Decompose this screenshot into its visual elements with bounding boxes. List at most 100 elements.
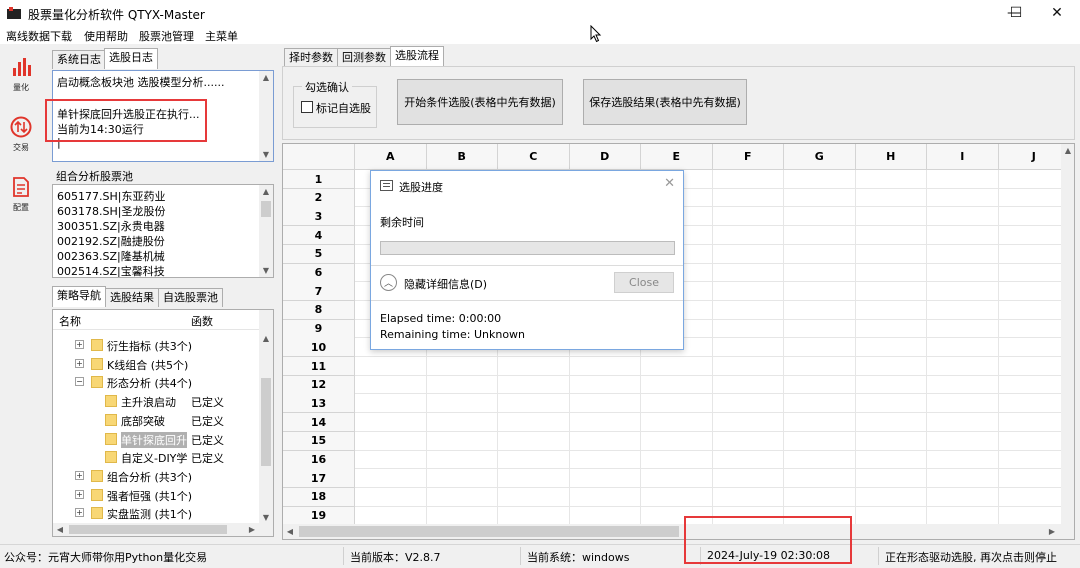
column-header[interactable]: A xyxy=(355,144,427,170)
row-header[interactable]: 11 xyxy=(283,357,355,376)
scroll-down-icon[interactable]: ▼ xyxy=(259,148,273,161)
scroll-left-icon[interactable]: ◀ xyxy=(283,525,297,538)
row-header[interactable]: 1 xyxy=(283,170,355,189)
grid-hscrollbar[interactable]: ◀ ▶ xyxy=(283,524,1074,539)
row-header[interactable]: 2 xyxy=(283,188,355,208)
tree-row[interactable]: + 衍生指标 (共3个) xyxy=(53,336,259,354)
stock-item[interactable]: 002514.SZ|宝馨科技 xyxy=(57,263,165,277)
stock-item[interactable]: 605177.SH|东亚药业 xyxy=(57,188,165,204)
stock-item[interactable]: 300351.SZ|永贵电器 xyxy=(57,218,165,234)
tree-row[interactable]: + 强者恒强 (共1个) xyxy=(53,486,259,504)
scroll-up-icon[interactable]: ▲ xyxy=(1061,144,1074,157)
stock-list-scrollbar[interactable]: ▲ ▼ xyxy=(259,185,273,277)
tab-backtest-params[interactable]: 回测参数 xyxy=(337,48,391,67)
tab-selection-log[interactable]: 选股日志 xyxy=(104,48,158,69)
start-selection-button[interactable]: 开始条件选股(表格中先有数据) xyxy=(397,79,563,125)
tree-row[interactable]: 单针探底回升 已定义 xyxy=(53,430,259,448)
column-header[interactable]: F xyxy=(712,144,784,170)
row-header[interactable]: 13 xyxy=(283,394,355,414)
tool-trade[interactable]: 交易 xyxy=(4,110,38,160)
row-header[interactable]: 6 xyxy=(283,263,355,283)
row-header[interactable]: 9 xyxy=(283,319,355,339)
row-header[interactable]: 10 xyxy=(283,338,355,358)
scroll-thumb[interactable] xyxy=(261,378,271,466)
tree-row[interactable]: 自定义-DIY学 已定义 xyxy=(53,448,259,466)
menu-help[interactable]: 使用帮助 xyxy=(84,28,128,44)
tree-row[interactable]: 底部突破 已定义 xyxy=(53,411,259,429)
close-dialog-button[interactable]: Close xyxy=(614,272,674,293)
scroll-down-icon[interactable]: ▼ xyxy=(259,264,273,277)
row-header[interactable]: 15 xyxy=(283,431,355,451)
log-scrollbar[interactable]: ▲ ▼ xyxy=(259,71,273,161)
scroll-right-icon[interactable]: ▶ xyxy=(1045,525,1059,538)
tab-timing-params[interactable]: 择时参数 xyxy=(284,48,338,67)
tab-watchlist[interactable]: 自选股票池 xyxy=(158,288,223,307)
menu-offline-data[interactable]: 离线数据下载 xyxy=(6,28,72,44)
column-header[interactable]: H xyxy=(855,144,927,170)
column-header[interactable]: I xyxy=(927,144,999,170)
column-header[interactable]: C xyxy=(498,144,570,170)
expand-icon[interactable]: + xyxy=(75,358,84,368)
mark-watchlist-checkbox[interactable] xyxy=(301,101,313,113)
row-header[interactable]: 7 xyxy=(283,282,355,302)
tree-row[interactable]: + K线组合 (共5个) xyxy=(53,355,259,373)
tree-row[interactable]: + 实盘监测 (共1个) xyxy=(53,504,259,522)
scroll-right-icon[interactable]: ▶ xyxy=(245,523,259,536)
row-header[interactable]: 12 xyxy=(283,375,355,395)
tree-row[interactable]: + 组合分析 (共3个) xyxy=(53,467,259,485)
collapse-details-icon[interactable]: ︿ xyxy=(380,274,397,291)
row-header[interactable]: 18 xyxy=(283,487,355,507)
column-header[interactable]: B xyxy=(426,144,498,170)
expand-icon[interactable]: + xyxy=(75,340,84,349)
expand-icon[interactable]: + xyxy=(75,470,84,480)
expand-icon[interactable]: + xyxy=(75,489,84,499)
stock-item[interactable]: 002363.SZ|隆基机械 xyxy=(57,248,165,264)
progress-dialog: 选股进度 ✕ 剩余时间 ︿ 隐藏详细信息(D) Close Elapsed ti… xyxy=(370,170,684,350)
tab-strategy-nav[interactable]: 策略导航 xyxy=(52,286,106,307)
scroll-up-icon[interactable]: ▲ xyxy=(259,71,273,84)
tree-row[interactable]: − 形态分析 (共4个) xyxy=(53,373,259,391)
tree-hscrollbar[interactable]: ◀ ▶ xyxy=(53,523,273,536)
column-header[interactable]: G xyxy=(784,144,856,170)
scroll-up-icon[interactable]: ▲ xyxy=(259,332,273,345)
row-header[interactable]: 14 xyxy=(283,413,355,433)
tab-selection-flow[interactable]: 选股流程 xyxy=(390,46,444,67)
menu-stock-pool[interactable]: 股票池管理 xyxy=(139,28,194,44)
scroll-thumb[interactable] xyxy=(69,525,227,534)
row-header[interactable]: 17 xyxy=(283,469,355,489)
tab-selection-result[interactable]: 选股结果 xyxy=(105,288,159,307)
scroll-thumb[interactable] xyxy=(261,201,271,217)
row-header[interactable]: 3 xyxy=(283,207,355,227)
stock-item[interactable]: 002192.SZ|融捷股份 xyxy=(57,233,165,249)
status-bar: 公众号：元宵大师带你用Python量化交易 当前版本：V2.8.7 当前系统：w… xyxy=(0,544,1080,568)
row-header[interactable]: 4 xyxy=(283,226,355,246)
close-button[interactable]: ✕ xyxy=(1034,0,1080,26)
column-header[interactable]: J xyxy=(998,144,1070,170)
tool-config[interactable]: 配置 xyxy=(4,170,38,220)
row-header[interactable]: 8 xyxy=(283,300,355,320)
tab-system-log[interactable]: 系统日志 xyxy=(52,50,106,69)
grid-vscrollbar[interactable]: ▲ xyxy=(1061,144,1074,524)
scroll-thumb[interactable] xyxy=(299,526,679,537)
save-result-button[interactable]: 保存选股结果(表格中先有数据) xyxy=(583,79,747,125)
stock-list[interactable]: 605177.SH|东亚药业 603178.SH|圣龙股份 300351.SZ|… xyxy=(52,184,274,278)
row-header[interactable]: 5 xyxy=(283,244,355,264)
stock-item[interactable]: 603178.SH|圣龙股份 xyxy=(57,203,165,219)
row-header[interactable]: 19 xyxy=(283,506,355,526)
expand-icon[interactable]: + xyxy=(75,508,84,518)
grid-corner[interactable] xyxy=(283,144,355,170)
mark-watchlist-label[interactable]: 标记自选股 xyxy=(316,100,371,116)
tree-row[interactable]: 主升浪启动 已定义 xyxy=(53,392,259,410)
menu-main[interactable]: 主菜单 xyxy=(205,28,238,44)
maximize-button[interactable]: ☐ xyxy=(993,0,1039,26)
column-header[interactable]: E xyxy=(641,144,713,170)
dialog-close-icon[interactable]: ✕ xyxy=(664,176,675,191)
tool-quant[interactable]: 量化 xyxy=(4,50,38,100)
row-header[interactable]: 16 xyxy=(283,450,355,470)
scroll-left-icon[interactable]: ◀ xyxy=(53,523,67,536)
details-toggle-label[interactable]: 隐藏详细信息(D) xyxy=(404,276,487,292)
column-header[interactable]: D xyxy=(569,144,641,170)
scroll-up-icon[interactable]: ▲ xyxy=(259,185,273,198)
collapse-icon[interactable]: − xyxy=(75,377,84,387)
tree-scrollbar[interactable]: ▲ ▼ xyxy=(259,310,273,524)
